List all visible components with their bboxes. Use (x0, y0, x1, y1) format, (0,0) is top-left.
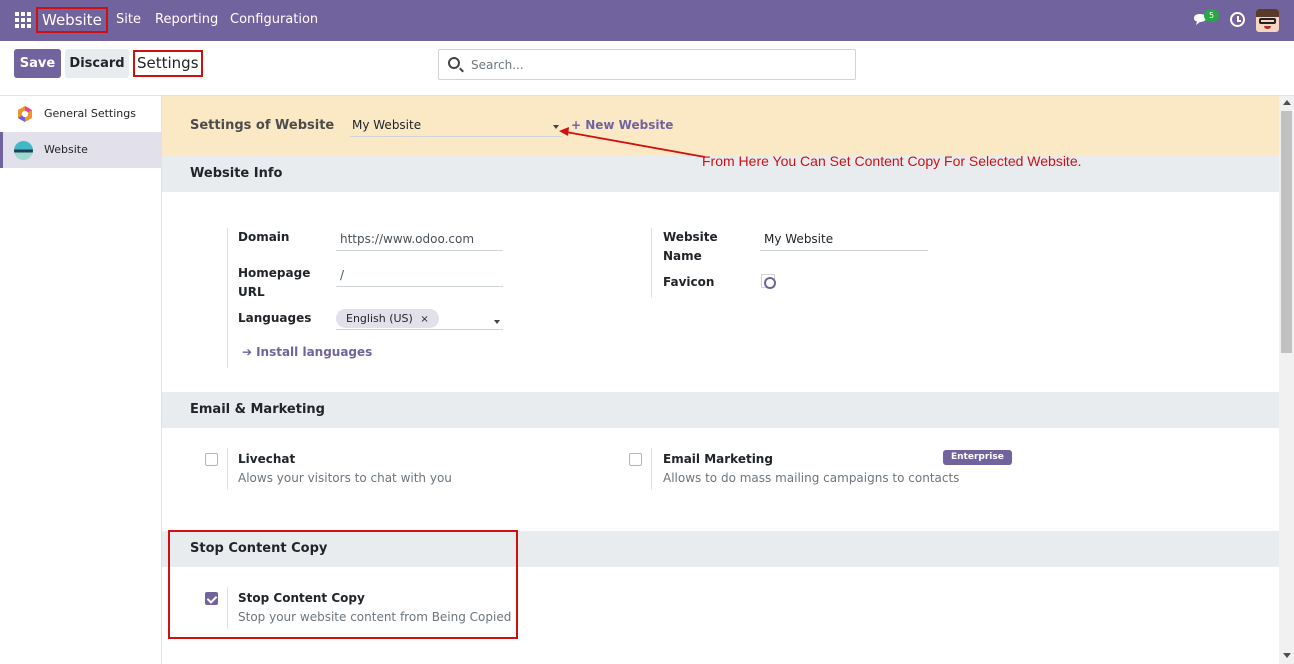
favicon-label: Favicon (663, 275, 715, 289)
language-tag[interactable]: English (US) × (336, 309, 439, 328)
install-languages-link[interactable]: ➔ Install languages (242, 345, 372, 359)
section-title: Website Info (190, 166, 283, 181)
enterprise-badge: Enterprise (943, 450, 1012, 465)
annotation-text: From Here You Can Set Content Copy For S… (702, 153, 1082, 169)
page-title: Settings (133, 50, 203, 77)
sidebar-item-label: General Settings (44, 107, 136, 120)
settings-main: Settings of Website My Website + New Web… (162, 96, 1279, 664)
save-button[interactable]: Save (14, 49, 61, 78)
domain-placeholder: https://www.odoo.com (340, 232, 475, 246)
sidebar-item-website[interactable]: Website (0, 132, 161, 168)
apps-icon[interactable] (15, 12, 31, 28)
highlight-box (168, 530, 518, 639)
scroll-down-icon[interactable] (1283, 653, 1291, 658)
language-tag-label: English (US) (346, 312, 413, 325)
discard-button[interactable]: Discard (65, 49, 129, 78)
website-selector-label: Settings of Website (190, 118, 335, 133)
app-name[interactable]: Website (36, 7, 108, 33)
website-select[interactable]: My Website (350, 116, 562, 137)
top-navbar: Website Site Reporting Configuration 5 (0, 0, 1294, 41)
email-marketing-title: Email Marketing (663, 452, 773, 466)
email-marketing-description: Allows to do mass mailing campaigns to c… (663, 471, 960, 485)
avatar[interactable] (1256, 9, 1279, 32)
annotation-arrow (559, 127, 706, 158)
email-marketing-checkbox[interactable] (629, 453, 642, 466)
section-title: Email & Marketing (190, 402, 325, 417)
chat-count-badge: 5 (1204, 9, 1219, 22)
website-select-value: My Website (352, 118, 422, 132)
search-box[interactable] (438, 49, 856, 80)
chevron-down-icon (494, 320, 500, 324)
menu-configuration[interactable]: Configuration (230, 12, 318, 27)
scrollbar[interactable] (1279, 96, 1294, 664)
sidebar-item-general-settings[interactable]: General Settings (0, 96, 161, 132)
homepage-url-field[interactable]: / (336, 265, 503, 287)
scroll-thumb[interactable] (1281, 111, 1292, 353)
languages-field[interactable]: English (US) × (336, 308, 503, 330)
domain-field[interactable]: https://www.odoo.com (336, 229, 503, 251)
menu-site[interactable]: Site (116, 12, 141, 27)
website-name-label: Website Name (663, 230, 718, 263)
sidebar-item-label: Website (44, 143, 88, 156)
homepage-url-label: Homepage URL (238, 266, 311, 299)
search-input[interactable] (471, 56, 841, 74)
website-name-field[interactable]: My Website (760, 229, 928, 251)
website-selector-bar: Settings of Website My Website + New Web… (162, 96, 1279, 156)
homepage-url-value: / (340, 268, 345, 282)
livechat-checkbox[interactable] (205, 453, 218, 466)
remove-tag-icon[interactable]: × (420, 314, 428, 325)
settings-sidebar: General Settings Website (0, 96, 162, 664)
livechat-description: Alows your visitors to chat with you (238, 471, 452, 485)
general-settings-icon (18, 106, 32, 122)
menu-reporting[interactable]: Reporting (155, 12, 218, 27)
control-panel: Save Discard Settings (0, 41, 1294, 96)
domain-label: Domain (238, 230, 290, 244)
favicon-upload[interactable] (761, 274, 776, 289)
clock-icon[interactable] (1230, 12, 1245, 27)
website-name-value: My Website (764, 232, 834, 246)
search-icon (448, 57, 460, 69)
livechat-title: Livechat (238, 452, 296, 466)
website-icon (14, 141, 33, 160)
languages-label: Languages (238, 311, 312, 325)
scroll-up-icon[interactable] (1283, 100, 1291, 105)
section-header-email-marketing: Email & Marketing (162, 392, 1279, 428)
arrow-right-icon: ➔ (242, 345, 253, 359)
